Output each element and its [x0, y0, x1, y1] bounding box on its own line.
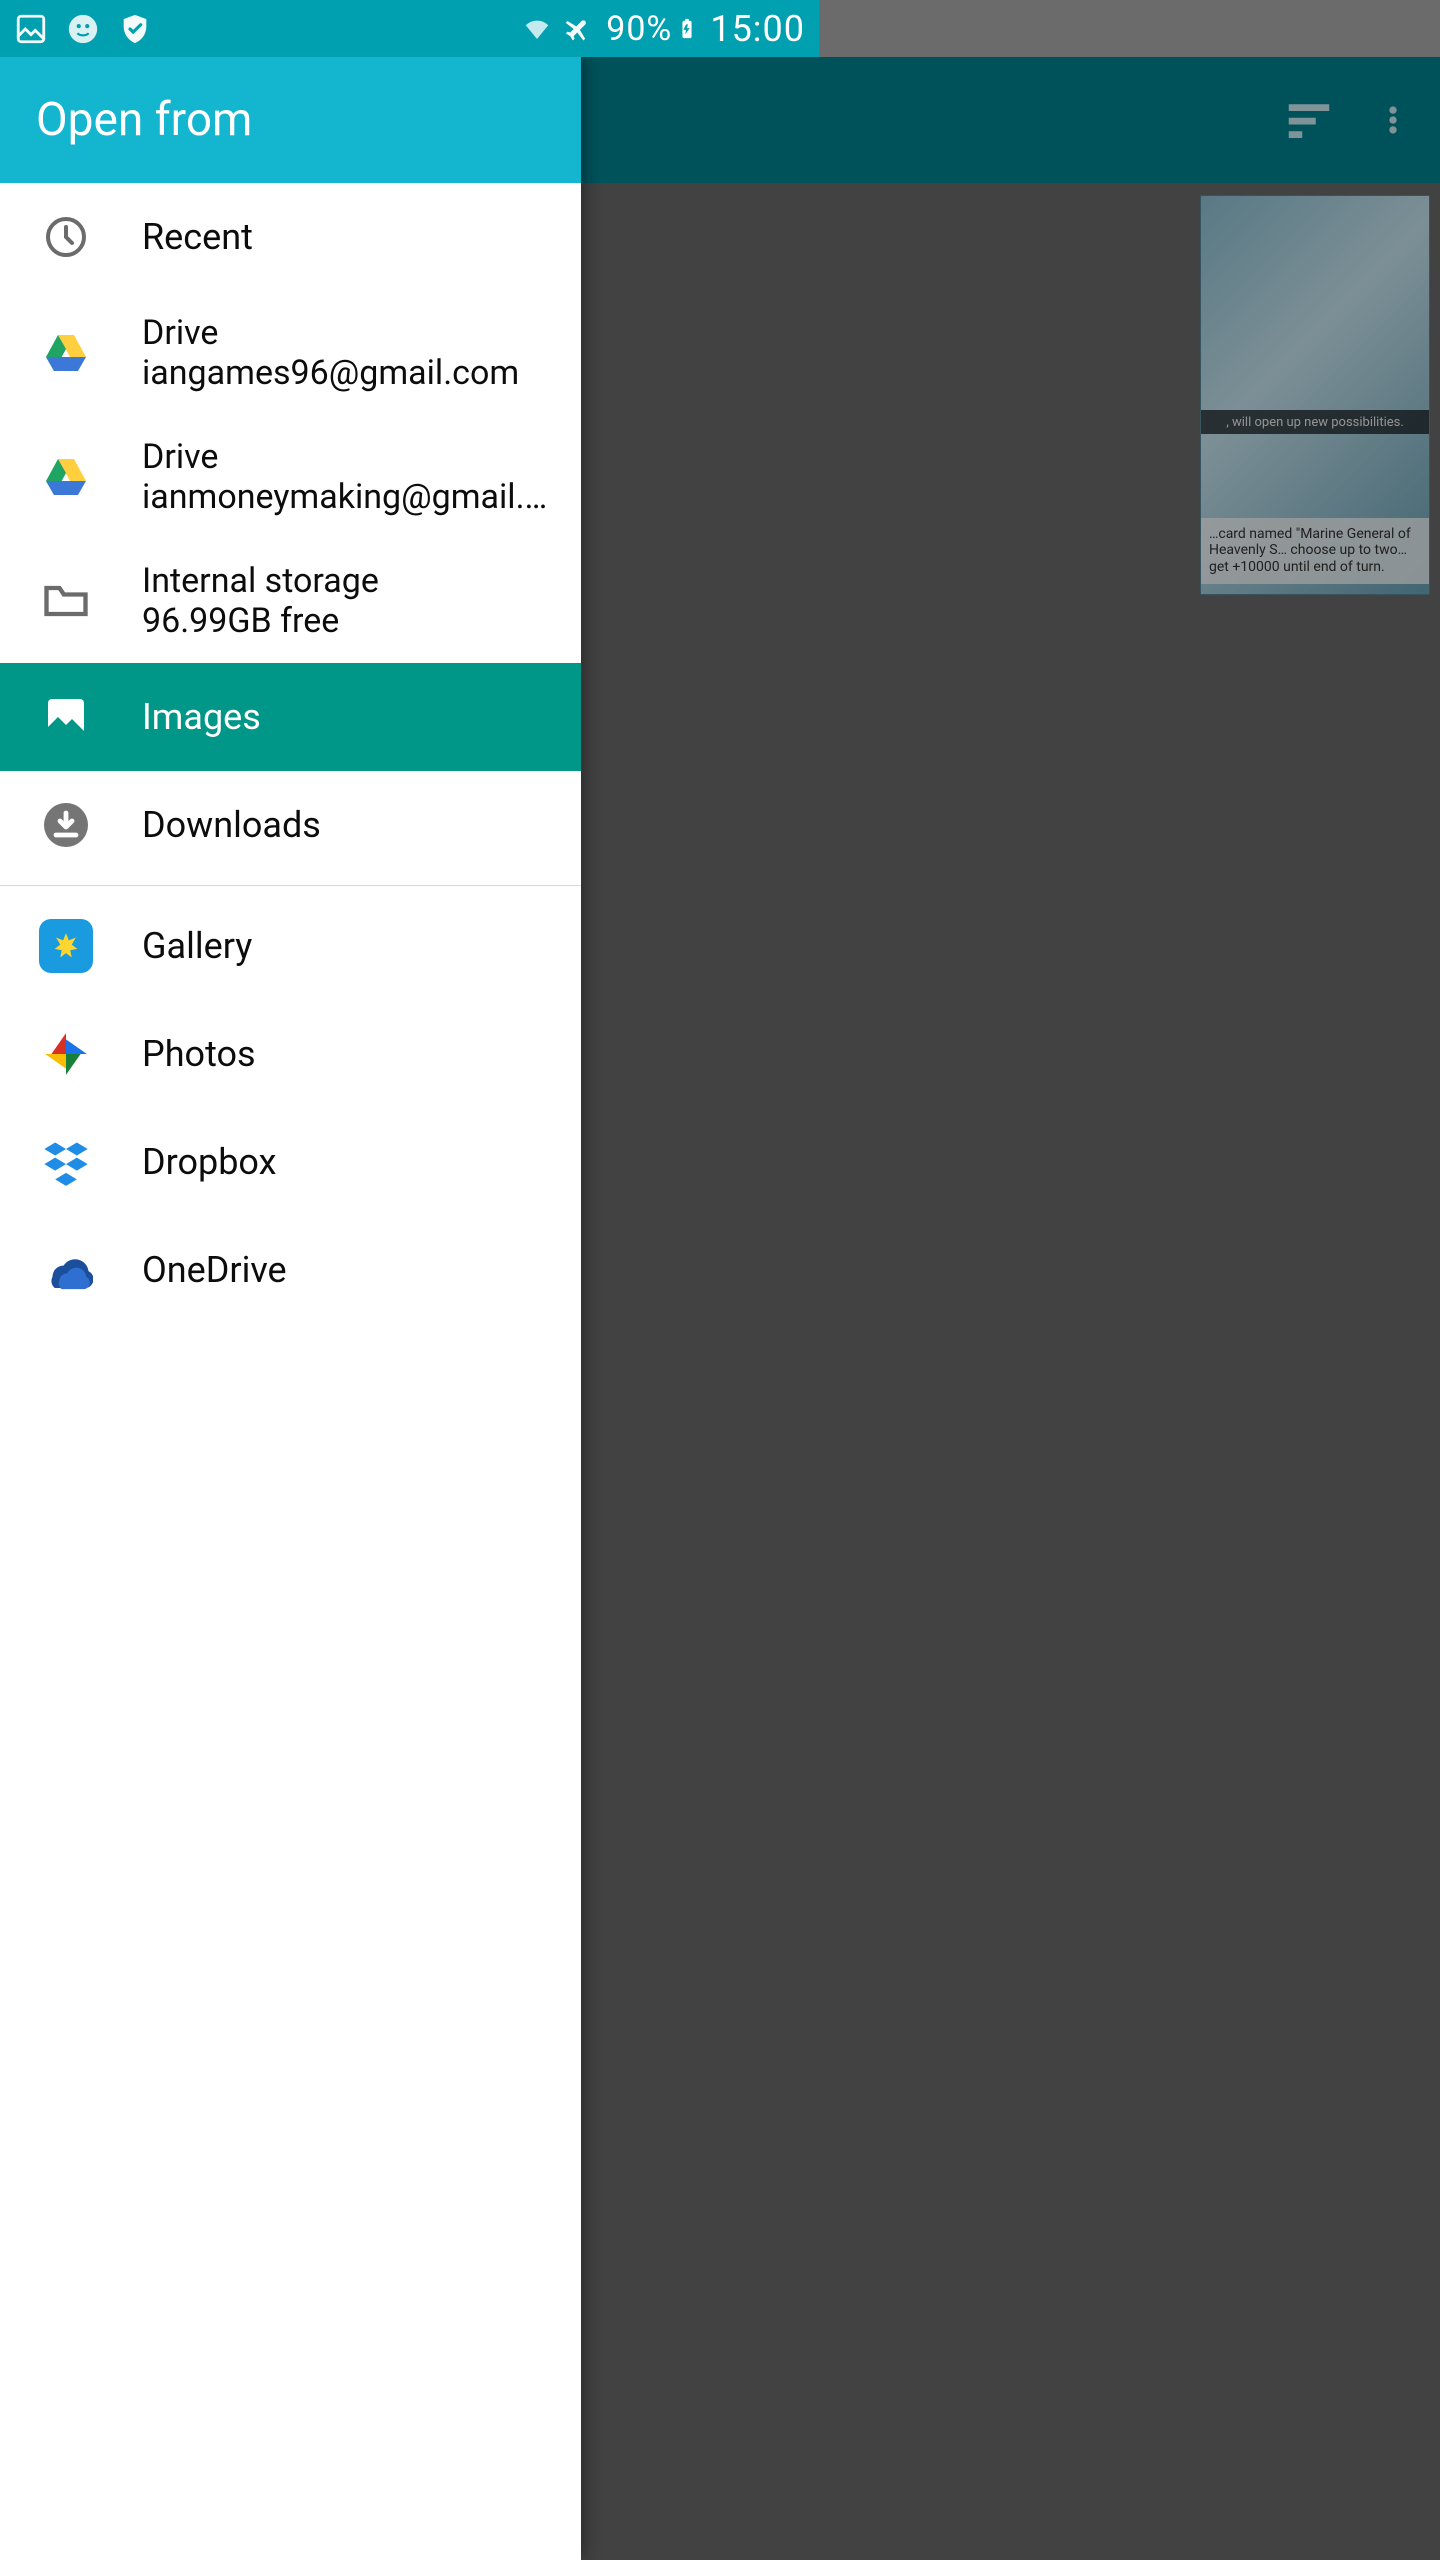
onedrive-app-icon	[38, 1242, 94, 1298]
source-item-drive-1[interactable]: Drive iangames96@gmail.com	[0, 291, 581, 415]
divider	[0, 885, 581, 886]
drawer-title-text: Open from	[36, 93, 252, 147]
airplane-mode-icon	[564, 14, 594, 44]
app-label: Gallery	[142, 925, 559, 967]
app-label: OneDrive	[142, 1249, 559, 1291]
source-label: Images	[142, 696, 559, 738]
source-label: Drive	[142, 437, 559, 477]
app-item-gallery[interactable]: Gallery	[0, 892, 581, 1000]
app-label: Dropbox	[142, 1141, 559, 1183]
drawer-list: Recent Drive iangames96@gmail.com	[0, 183, 581, 2560]
battery-percent: 90%	[606, 9, 672, 49]
source-subtitle: iangames96@gmail.com	[142, 353, 559, 393]
folder-icon	[38, 573, 94, 629]
drawer-title: Open from	[0, 57, 581, 183]
picture-icon	[14, 12, 48, 46]
app-item-onedrive[interactable]: OneDrive	[0, 1216, 581, 1324]
source-subtitle: ianmoneymaking@gmail.…	[142, 477, 559, 517]
source-label: Internal storage	[142, 561, 559, 601]
status-bar: 90% 15:00	[0, 0, 819, 57]
clock-time: 15:00	[710, 8, 805, 50]
source-item-downloads[interactable]: Downloads	[0, 771, 581, 879]
drive-icon	[38, 449, 94, 505]
wifi-icon	[522, 14, 552, 44]
dropbox-app-icon	[38, 1134, 94, 1190]
photos-app-icon	[38, 1026, 94, 1082]
app-label: Photos	[142, 1033, 559, 1075]
app-notification-icon	[66, 12, 100, 46]
source-label: Recent	[142, 216, 559, 258]
gallery-app-icon	[38, 918, 94, 974]
source-label: Downloads	[142, 804, 559, 846]
drive-icon	[38, 325, 94, 381]
source-subtitle: 96.99GB free	[142, 601, 559, 641]
open-from-drawer: Open from Recent Drive iangam	[0, 57, 581, 2560]
source-label: Drive	[142, 313, 559, 353]
clock-icon	[38, 209, 94, 265]
source-item-internal-storage[interactable]: Internal storage 96.99GB free	[0, 539, 581, 663]
download-icon	[38, 797, 94, 853]
source-item-drive-2[interactable]: Drive ianmoneymaking@gmail.…	[0, 415, 581, 539]
shield-check-icon	[118, 12, 152, 46]
source-item-recent[interactable]: Recent	[0, 183, 581, 291]
app-item-photos[interactable]: Photos	[0, 1000, 581, 1108]
battery-status: 90%	[606, 9, 698, 49]
app-item-dropbox[interactable]: Dropbox	[0, 1108, 581, 1216]
image-icon	[38, 689, 94, 745]
source-item-images[interactable]: Images	[0, 663, 581, 771]
